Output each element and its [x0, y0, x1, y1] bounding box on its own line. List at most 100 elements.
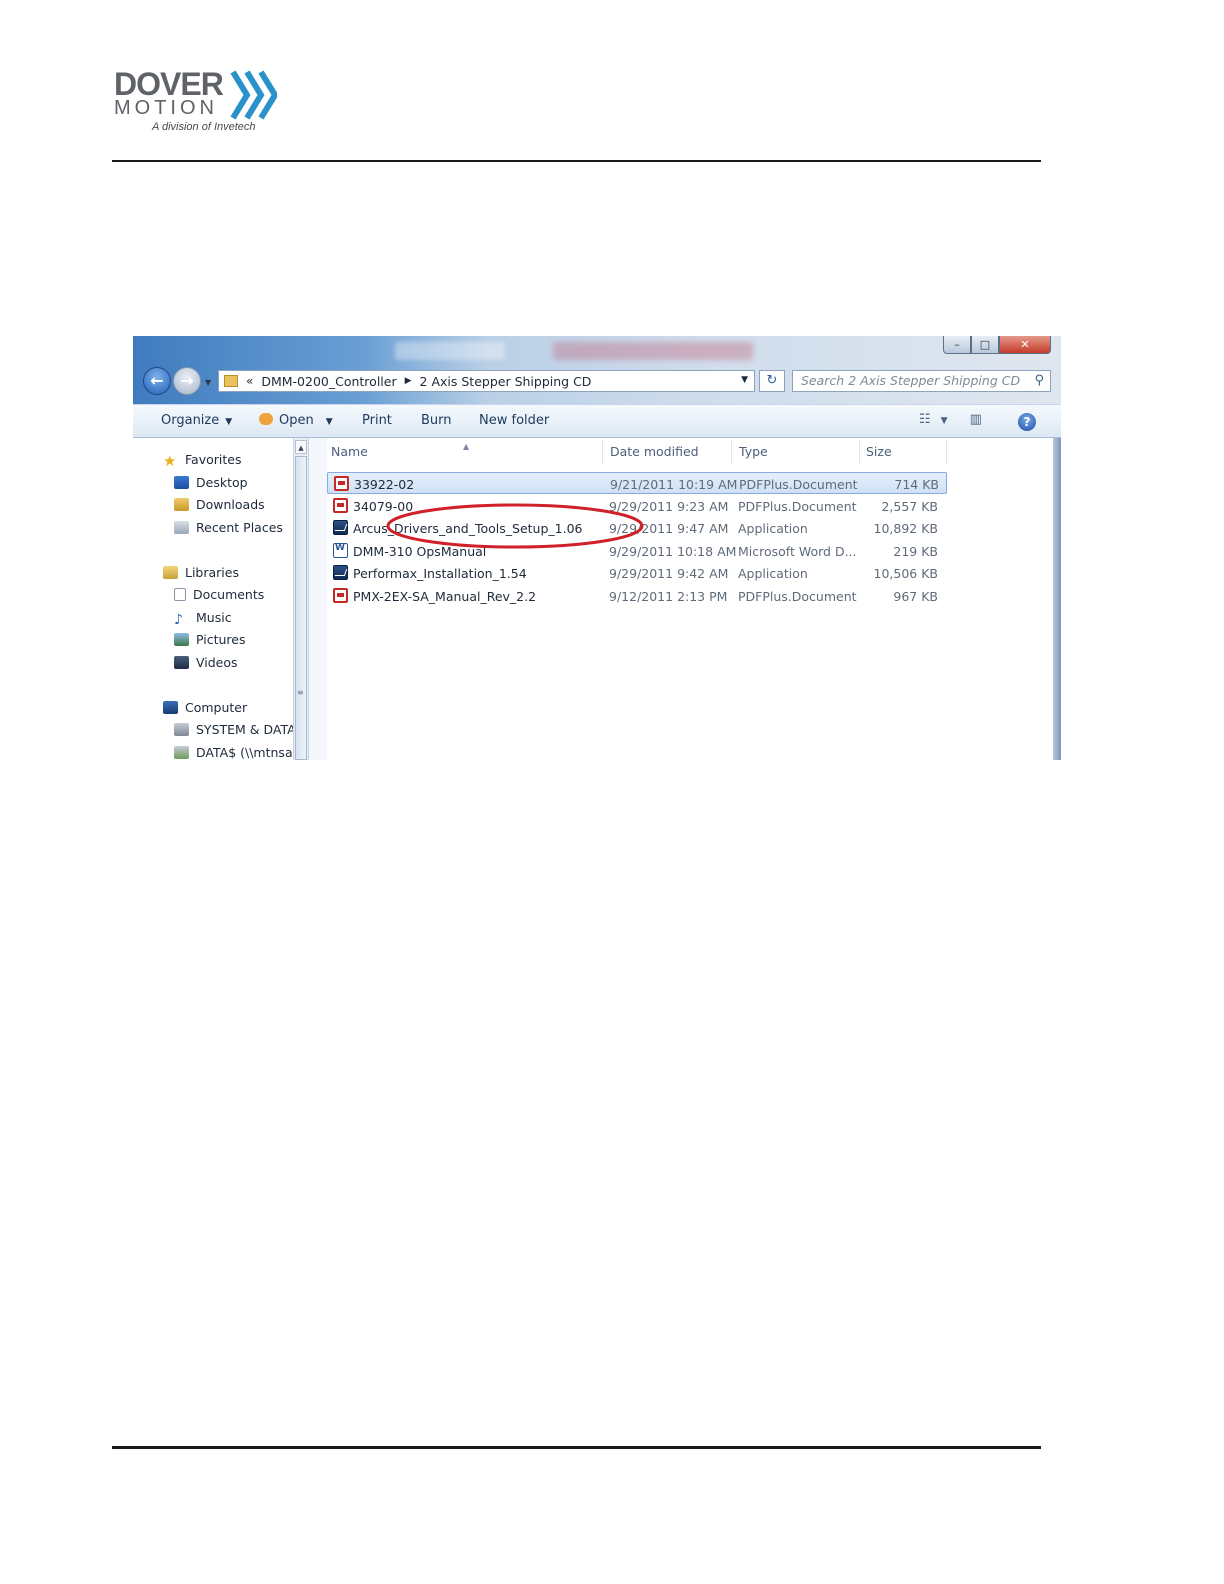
blurred-taskbar-item	[395, 342, 505, 360]
nav-documents[interactable]: Documents	[174, 587, 264, 602]
nav-drive-system-data[interactable]: SYSTEM & DATA	[174, 722, 296, 737]
scroll-up-icon[interactable]: ▲	[295, 440, 307, 454]
search-icon[interactable]: ⚲	[1034, 371, 1044, 391]
videos-icon	[174, 656, 189, 669]
nav-label: Documents	[193, 587, 265, 602]
open-label: Open	[279, 413, 314, 428]
address-bar[interactable]: « DMM-0200_Controller ▶ 2 Axis Stepper S…	[218, 370, 755, 392]
highlight-ellipse	[386, 503, 644, 549]
music-icon: ♪	[174, 612, 183, 628]
column-header-date[interactable]: Date modified	[610, 444, 699, 459]
nav-pictures[interactable]: Pictures	[174, 632, 246, 647]
blurred-taskbar-item	[553, 342, 753, 360]
folder-icon	[224, 375, 238, 387]
file-row[interactable]: PMX-2EX-SA_Manual_Rev_2.2 9/12/2011 2:13…	[327, 585, 947, 607]
logo-tagline: A division of Invetech	[152, 121, 256, 133]
breadcrumb-item[interactable]: DMM-0200_Controller	[261, 374, 396, 389]
network-drive-icon	[174, 746, 189, 759]
application-icon	[333, 520, 348, 535]
nav-recent-places[interactable]: Recent Places	[174, 520, 283, 535]
nav-label: Downloads	[196, 497, 265, 512]
nav-network-drive[interactable]: DATA$ (\\mtnsal	[174, 745, 296, 760]
burn-button[interactable]: Burn	[421, 413, 452, 428]
file-row[interactable]: Performax_Installation_1.54 9/29/2011 9:…	[327, 562, 947, 584]
nav-libraries[interactable]: Libraries	[163, 565, 239, 580]
address-dropdown-icon[interactable]: ▼	[741, 375, 748, 385]
print-button[interactable]: Print	[362, 413, 392, 428]
navigation-scrollbar[interactable]: ▲ ≡	[293, 438, 309, 760]
column-label: Name	[331, 444, 368, 459]
chevron-down-icon: ▼	[225, 417, 233, 427]
file-date: 9/21/2011 10:19 AM	[610, 477, 738, 492]
sort-ascending-icon: ▲	[463, 442, 470, 451]
scrollbar-grip-icon: ≡	[297, 688, 304, 697]
close-button[interactable]: ✕	[999, 336, 1051, 354]
file-name: PMX-2EX-SA_Manual_Rev_2.2	[353, 589, 537, 604]
preview-pane-icon[interactable]: ▥	[970, 412, 982, 427]
column-header-name[interactable]: Name ▲	[331, 442, 469, 459]
breadcrumb-separator-icon[interactable]: ▶	[405, 376, 412, 386]
change-view-button[interactable]: ☷ ▼ ▥	[919, 412, 982, 427]
maximize-button[interactable]: □	[971, 336, 999, 354]
file-size: 10,892 KB	[873, 521, 938, 536]
file-size: 219 KB	[893, 544, 938, 559]
file-name: 33922-02	[354, 477, 415, 492]
nav-label: Favorites	[185, 452, 242, 467]
chevron-down-icon: ▼	[325, 417, 333, 427]
minimize-button[interactable]: –	[943, 336, 971, 354]
libraries-icon	[163, 566, 178, 579]
downloads-icon	[174, 498, 189, 511]
pdf-icon	[333, 498, 348, 513]
column-divider[interactable]	[859, 440, 860, 464]
breadcrumb-item[interactable]: 2 Axis Stepper Shipping CD	[420, 374, 592, 389]
search-input[interactable]: Search 2 Axis Stepper Shipping CD ⚲	[792, 370, 1051, 392]
nav-label: Recent Places	[196, 520, 283, 535]
nav-label: Videos	[196, 655, 238, 670]
file-row[interactable]: 33922-02 9/21/2011 10:19 AM PDFPlus.Docu…	[327, 472, 947, 494]
column-divider[interactable]	[602, 440, 603, 464]
file-size: 2,557 KB	[881, 499, 938, 514]
nav-downloads[interactable]: Downloads	[174, 497, 265, 512]
window-controls: – □ ✕	[943, 336, 1051, 355]
file-size: 10,506 KB	[873, 566, 938, 581]
refresh-button[interactable]: ↻	[759, 370, 785, 392]
explorer-screenshot: – □ ✕ ← → ▼ « DMM-0200_Controller ▶ 2 Ax…	[133, 336, 1061, 760]
chevron-down-icon: ▼	[940, 416, 948, 426]
word-document-icon	[333, 543, 348, 558]
file-size: 967 KB	[893, 589, 938, 604]
help-button[interactable]: ?	[1018, 413, 1036, 431]
pane-divider[interactable]	[309, 438, 327, 760]
star-icon: ★	[163, 452, 177, 470]
nav-favorites[interactable]: ★ Favorites	[163, 452, 242, 470]
open-button[interactable]: Open ▼	[259, 413, 333, 428]
nav-desktop[interactable]: Desktop	[174, 475, 248, 490]
breadcrumb-overflow[interactable]: «	[246, 374, 253, 388]
nav-label: Pictures	[196, 632, 246, 647]
new-folder-button[interactable]: New folder	[479, 413, 549, 428]
scrollbar-thumb[interactable]	[295, 456, 307, 760]
column-header-size[interactable]: Size	[866, 444, 892, 459]
organize-button[interactable]: Organize ▼	[161, 413, 232, 428]
nav-computer[interactable]: Computer	[163, 700, 247, 715]
nav-label: Music	[196, 610, 232, 625]
command-bar: Organize ▼ Open ▼ Print Burn New folder ☷ ▼…	[133, 404, 1061, 438]
organize-label: Organize	[161, 413, 220, 428]
forward-arrow-icon: →	[180, 371, 194, 390]
forward-button[interactable]: →	[173, 367, 201, 395]
nav-label: Libraries	[185, 565, 239, 580]
nav-label: Computer	[185, 700, 248, 715]
footer-rule	[112, 1446, 1041, 1449]
recent-places-icon	[174, 521, 189, 534]
column-header-type[interactable]: Type	[739, 444, 768, 459]
column-divider[interactable]	[731, 440, 732, 464]
pdf-icon	[334, 476, 349, 491]
back-button[interactable]: ←	[143, 367, 171, 395]
nav-music[interactable]: ♪ Music	[174, 610, 232, 627]
recent-pages-dropdown-icon[interactable]: ▼	[205, 378, 211, 387]
logo-chevrons-icon	[230, 70, 277, 120]
nav-label: DATA$ (\\mtnsal	[196, 745, 297, 760]
nav-videos[interactable]: Videos	[174, 655, 238, 670]
column-divider[interactable]	[946, 440, 947, 464]
file-date: 9/12/2011 2:13 PM	[609, 589, 728, 604]
search-placeholder: Search 2 Axis Stepper Shipping CD	[801, 373, 1021, 388]
